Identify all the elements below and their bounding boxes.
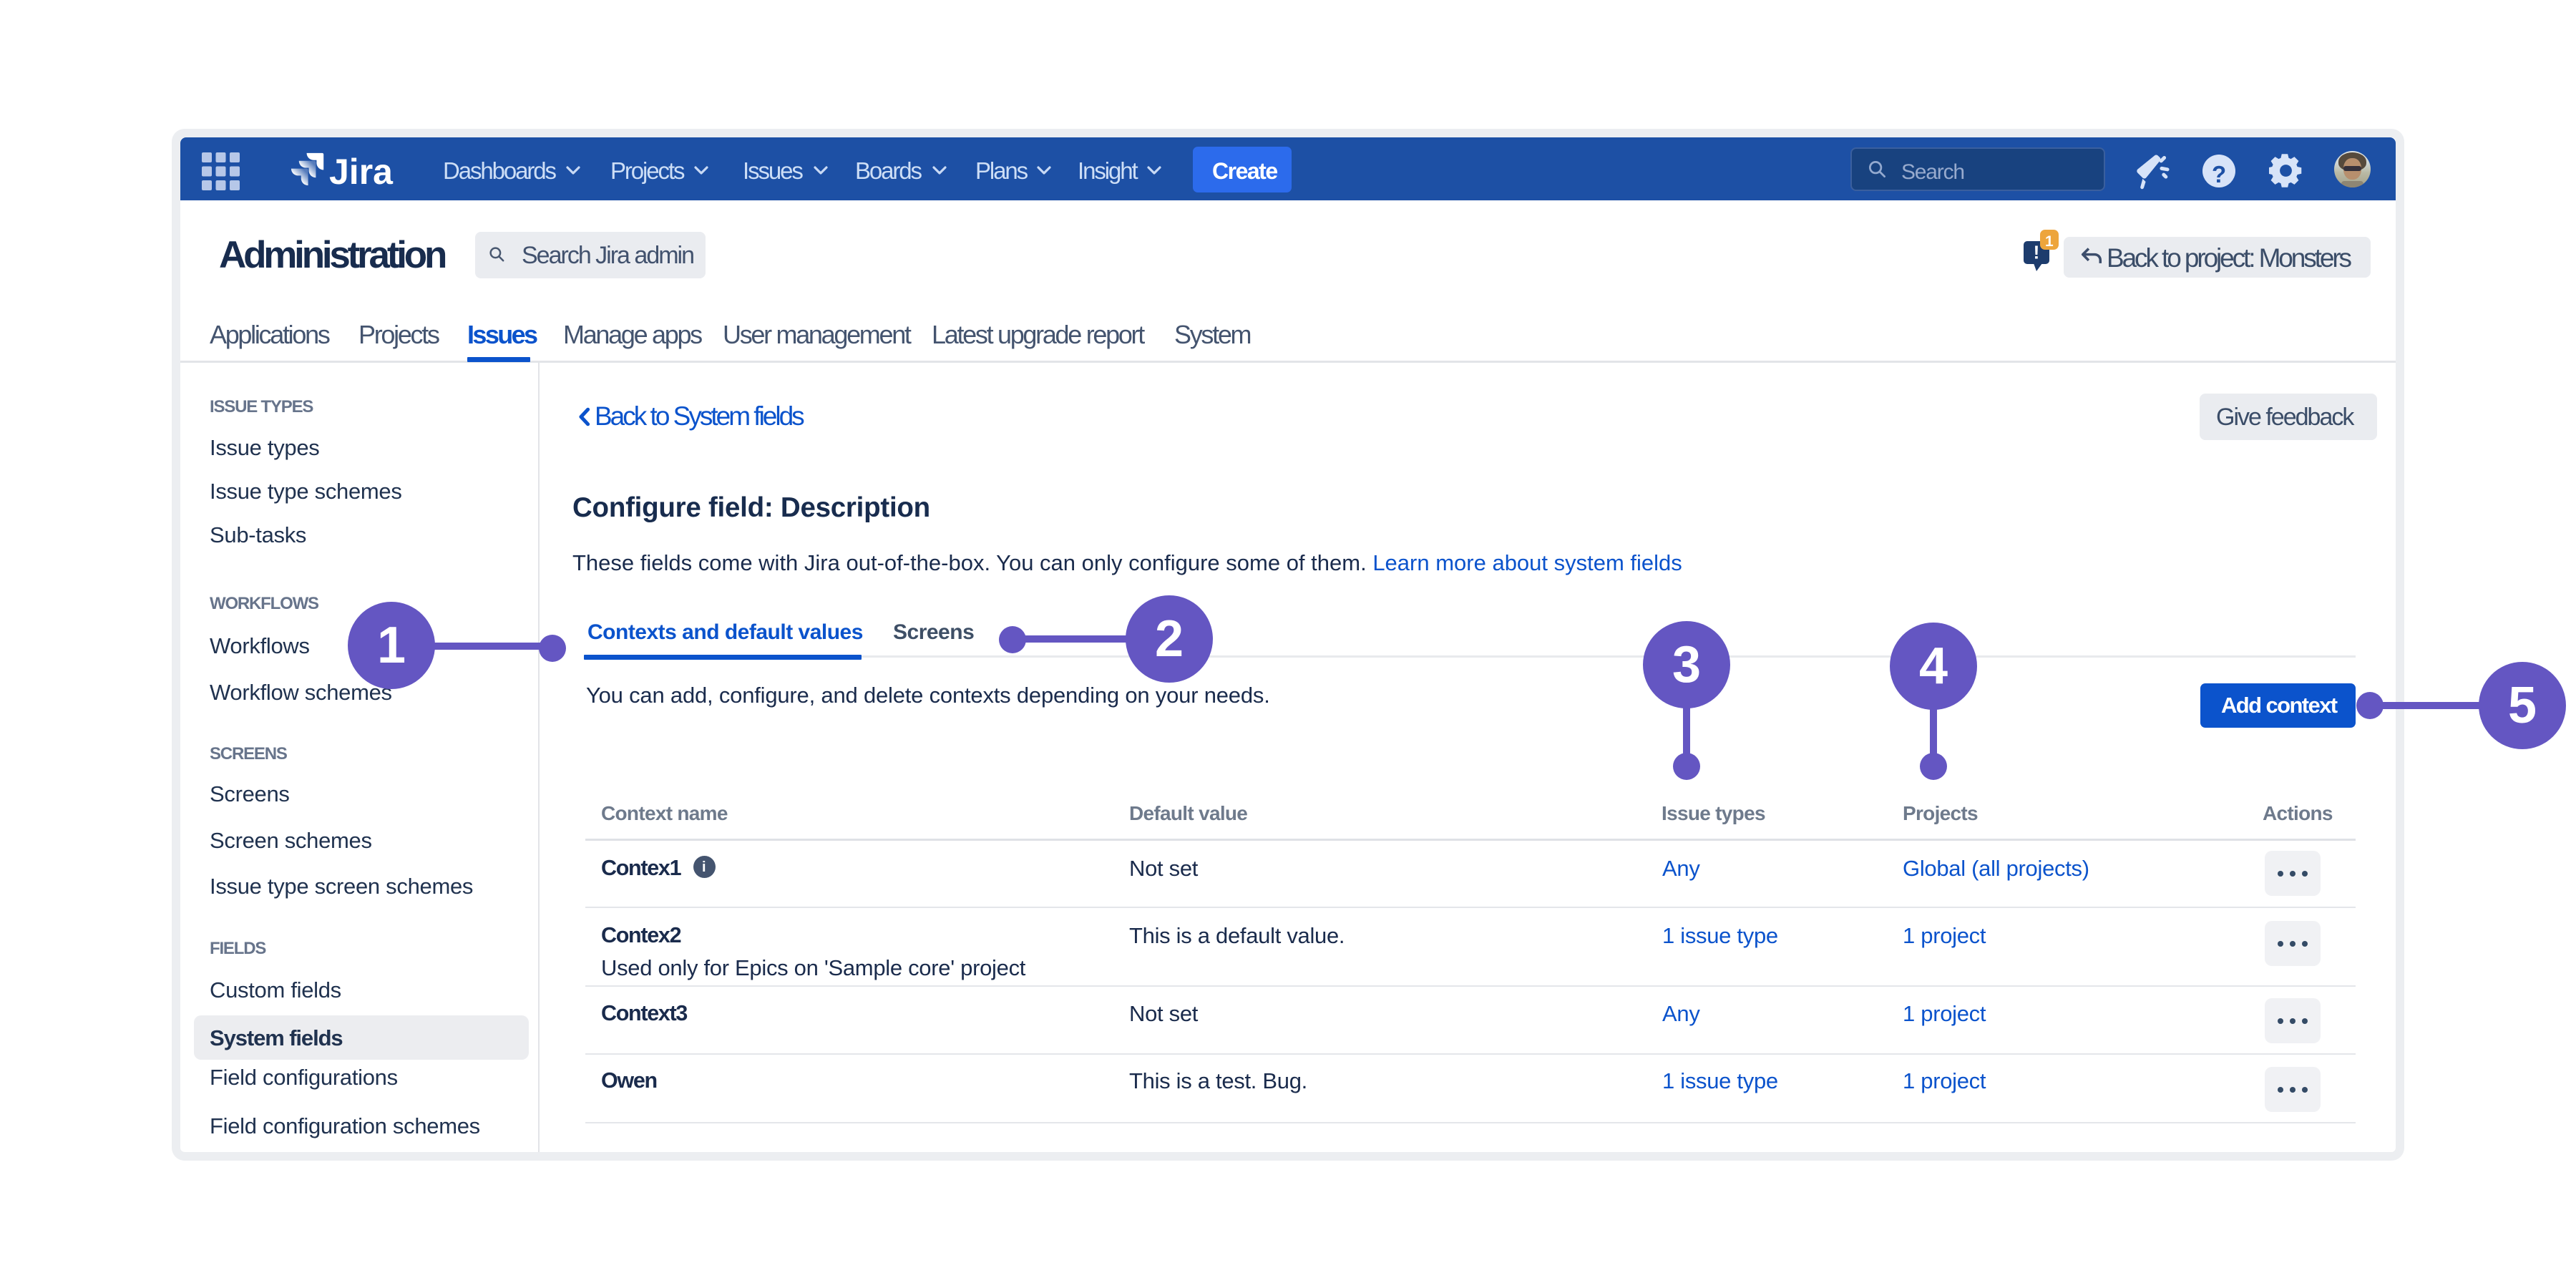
svg-text:!: !	[2034, 242, 2040, 263]
